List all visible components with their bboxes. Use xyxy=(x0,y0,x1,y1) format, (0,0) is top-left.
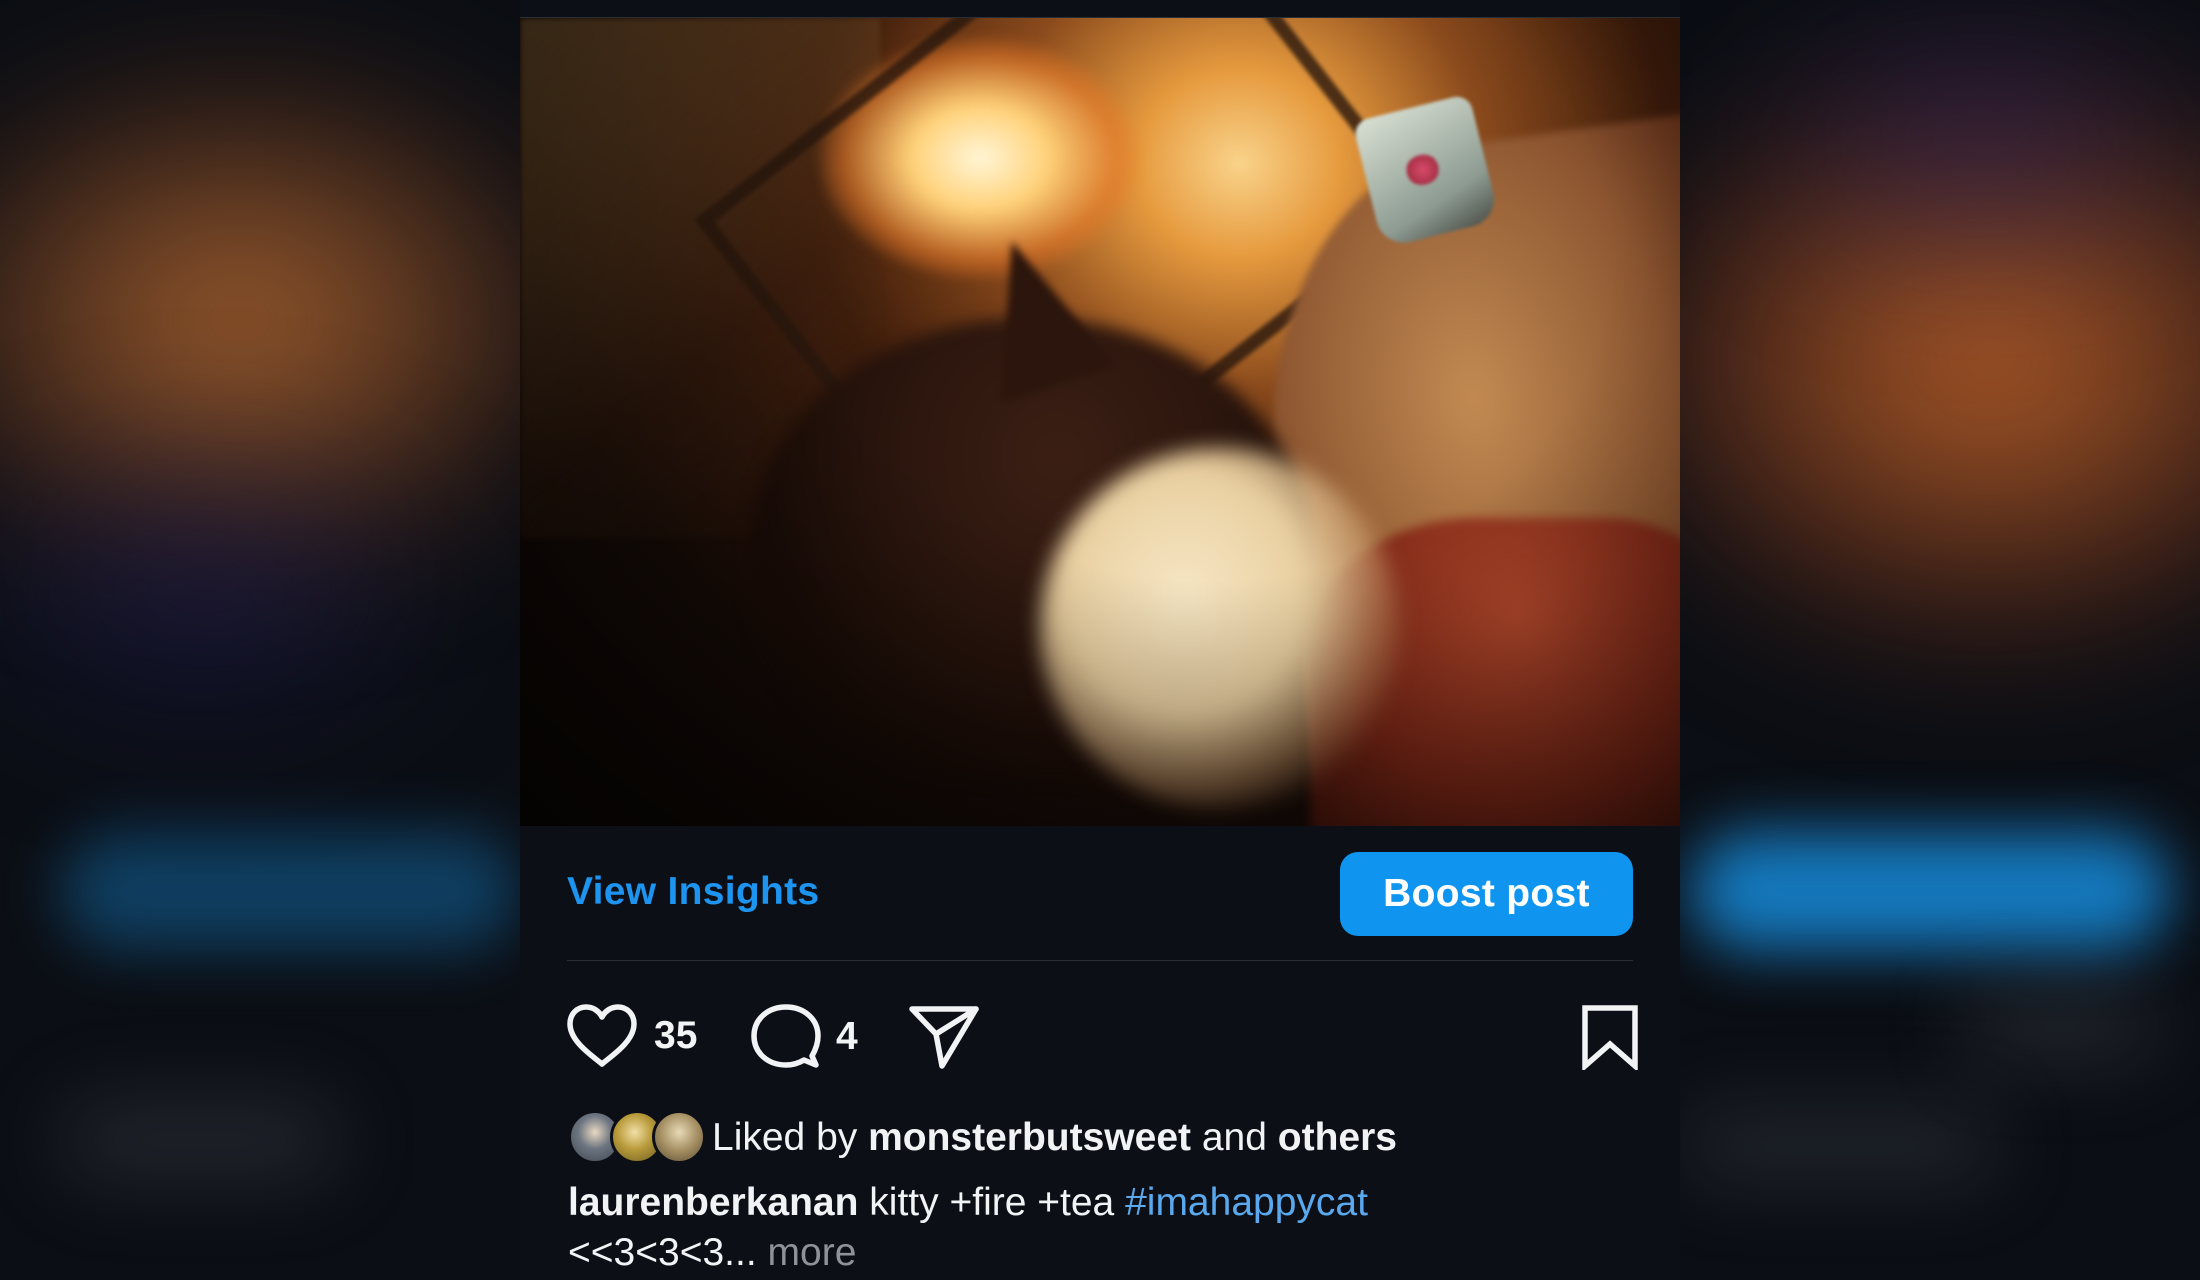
comment-bubble-icon xyxy=(751,1004,821,1068)
background-blur-blob xyxy=(1680,1110,2000,1180)
comment-button[interactable]: 4 xyxy=(750,1002,858,1072)
liked-by-and: and xyxy=(1201,1116,1267,1159)
post-card: View Insights Boost post 35 4 Liked by m… xyxy=(520,0,1680,1280)
post-actions: 35 4 xyxy=(564,996,1640,1076)
caption-text: kitty +fire +tea xyxy=(869,1181,1115,1224)
avatar xyxy=(652,1110,706,1164)
heart-icon xyxy=(567,1004,637,1067)
caption-more-link[interactable]: more xyxy=(768,1231,857,1274)
background-blue-band xyxy=(60,832,520,950)
likes-count[interactable]: 35 xyxy=(654,1014,697,1058)
save-button[interactable] xyxy=(1580,1004,1640,1070)
background-blur-blob xyxy=(1960,990,2160,1060)
post-photo[interactable] xyxy=(520,18,1680,826)
share-button[interactable] xyxy=(908,1004,980,1070)
view-insights-link[interactable]: View Insights xyxy=(567,870,819,914)
caption-line-2: <<3<3<3... xyxy=(568,1231,757,1274)
bookmark-icon xyxy=(1582,1005,1638,1070)
paper-plane-icon xyxy=(909,1006,979,1069)
like-button[interactable]: 35 xyxy=(564,1002,697,1070)
photo-vignette xyxy=(520,18,1680,826)
caption-hashtag-link[interactable]: #imahappycat xyxy=(1125,1181,1368,1224)
background-blur-blob xyxy=(60,1100,340,1180)
post-caption: laurenberkanan kitty +fire +tea #imahapp… xyxy=(568,1178,1638,1278)
background-blue-band xyxy=(1690,832,2170,950)
liked-by-user-link[interactable]: monsterbutsweet xyxy=(868,1116,1191,1159)
liked-by-others-link[interactable]: others xyxy=(1278,1116,1397,1159)
post-top-bar xyxy=(520,0,1680,18)
liker-avatars xyxy=(568,1108,708,1168)
boost-post-button[interactable]: Boost post xyxy=(1340,852,1633,936)
liked-by-prefix: Liked by xyxy=(712,1116,858,1159)
liked-by-row[interactable]: Liked by monsterbutsweet and others xyxy=(568,1108,1397,1168)
caption-username-link[interactable]: laurenberkanan xyxy=(568,1181,858,1224)
insights-row: View Insights Boost post xyxy=(567,826,1633,961)
comments-count[interactable]: 4 xyxy=(836,1015,858,1059)
liked-by-text: Liked by monsterbutsweet and others xyxy=(712,1116,1397,1160)
